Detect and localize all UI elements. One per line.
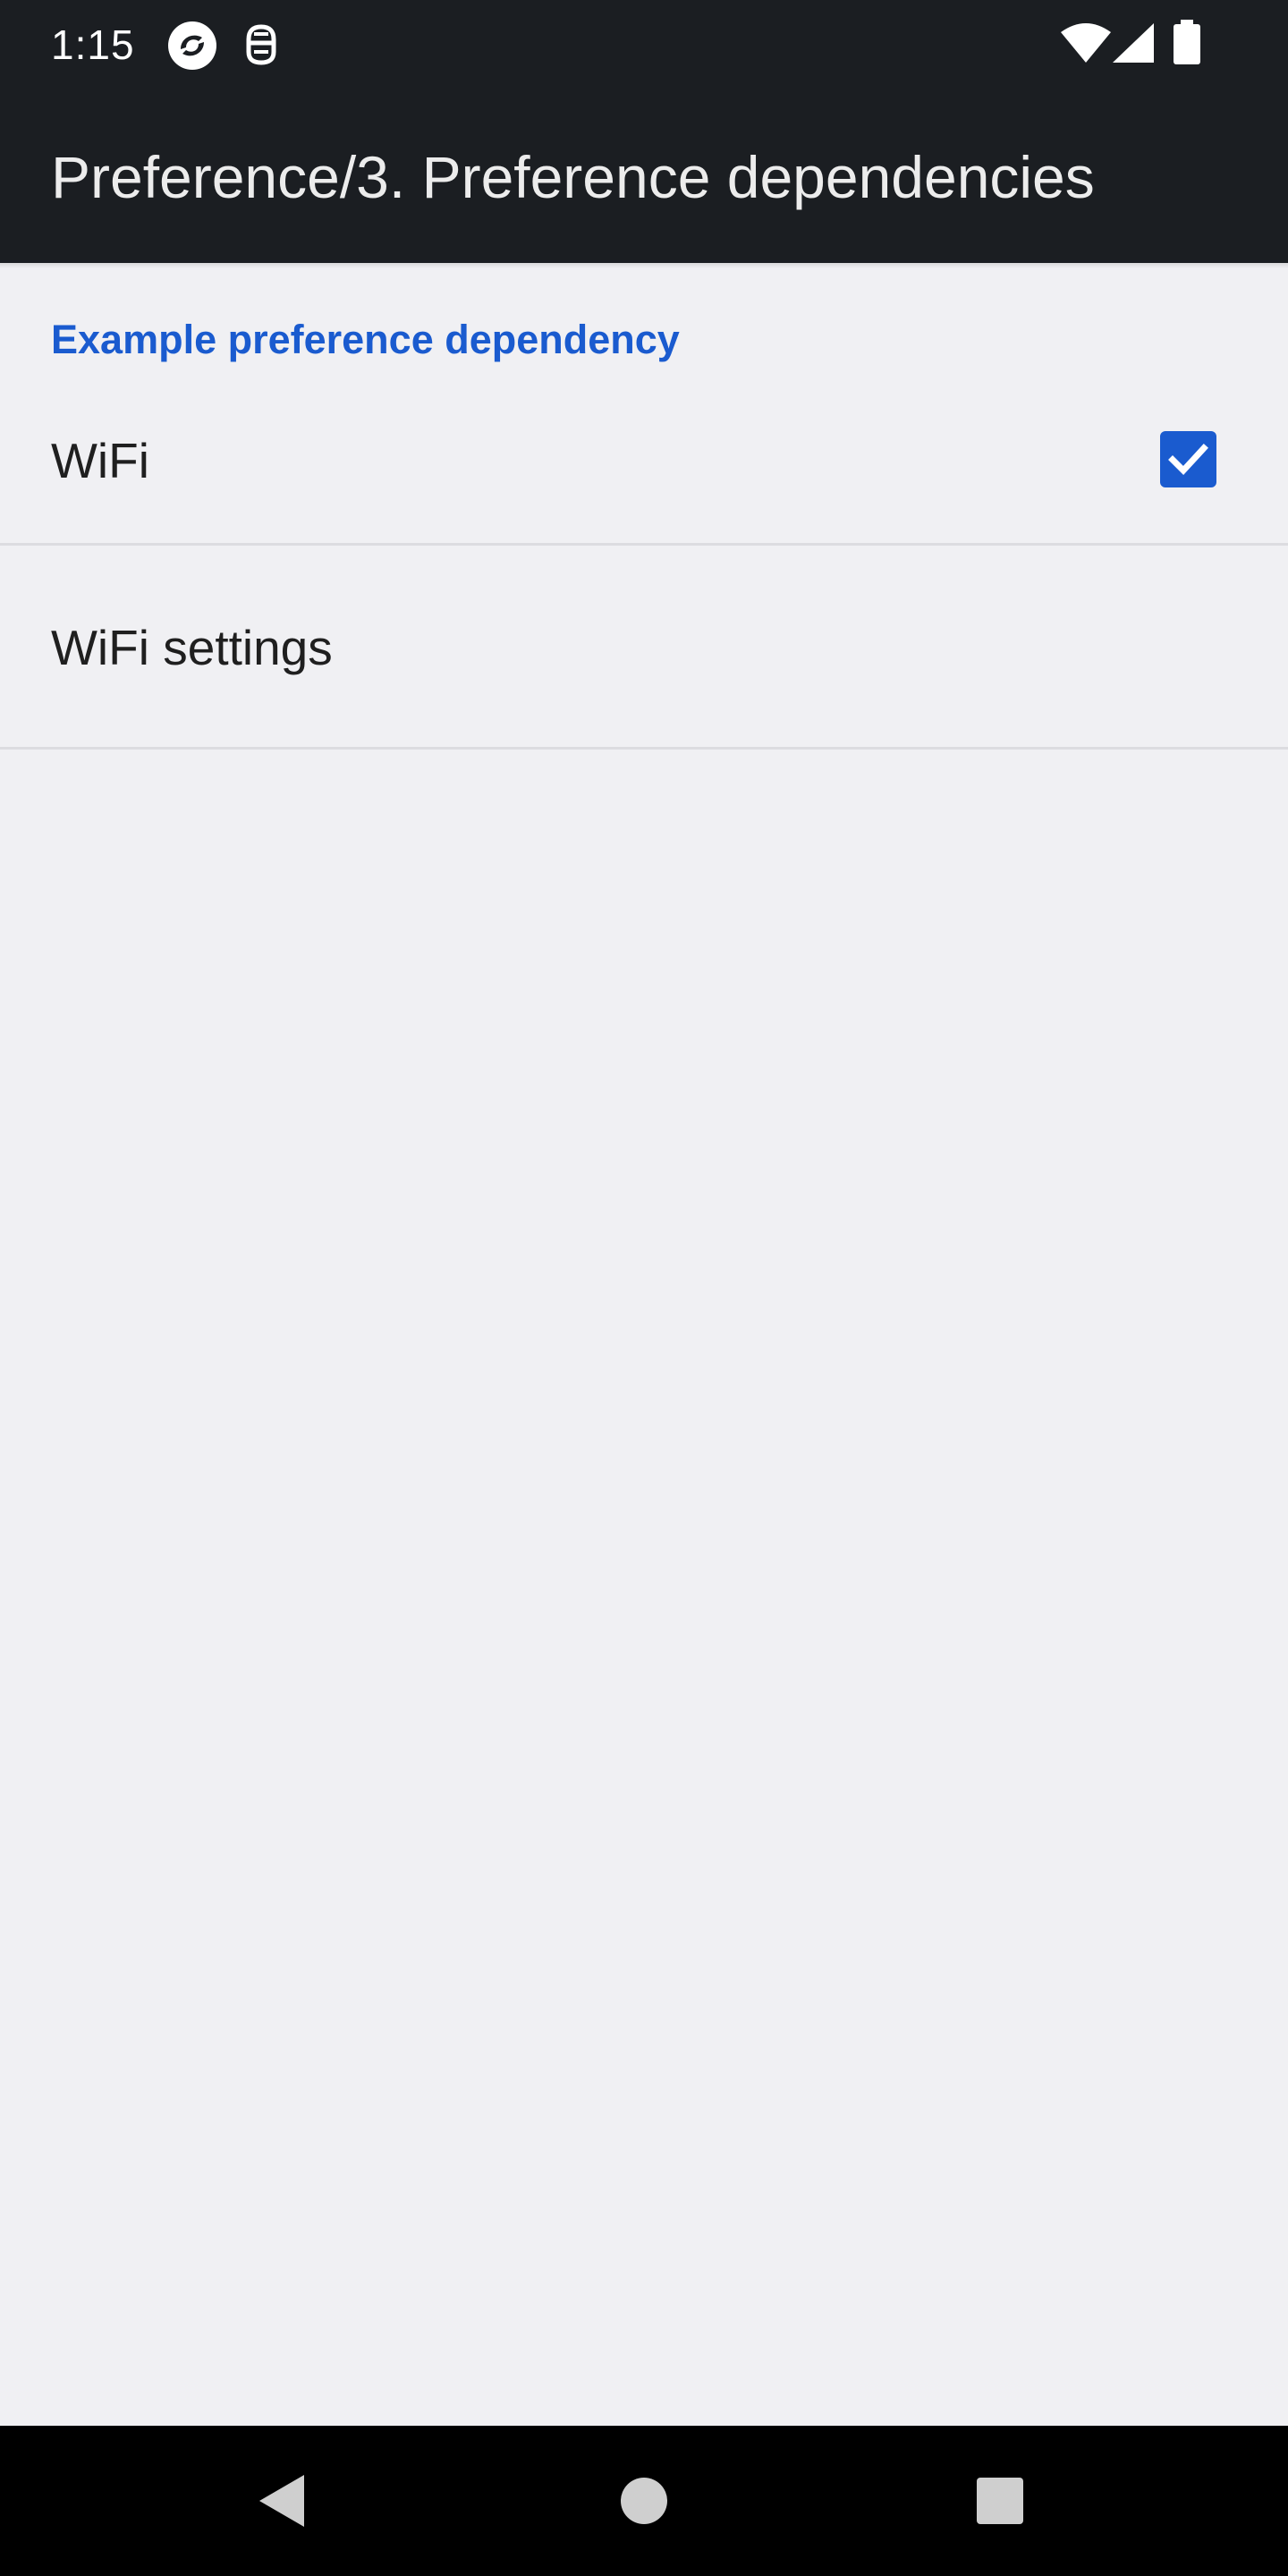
wifi-checkbox[interactable] <box>1160 431 1216 487</box>
cellular-signal-icon <box>1113 23 1154 67</box>
divider <box>0 747 1288 750</box>
notification-app-icon <box>240 21 283 72</box>
checkmark-icon <box>1168 444 1208 476</box>
home-icon[interactable] <box>621 2478 667 2529</box>
wifi-preference-label: WiFi <box>51 433 149 488</box>
back-icon[interactable] <box>259 2475 304 2531</box>
status-bar: 1:15 <box>0 0 1288 89</box>
preference-category-title: Example preference dependency <box>51 317 680 362</box>
wifi-signal-icon <box>1061 23 1111 67</box>
app-bar: Preference/3. Preference dependencies <box>0 89 1288 263</box>
wifi-settings-preference-row[interactable]: WiFi settings <box>0 547 1288 749</box>
status-time: 1:15 <box>51 21 135 68</box>
app-bar-shadow <box>0 263 1288 268</box>
wifi-preference-row[interactable]: WiFi <box>0 388 1288 545</box>
navigation-bar <box>0 2426 1288 2576</box>
page-title: Preference/3. Preference dependencies <box>51 144 1095 210</box>
wifi-settings-preference-label: WiFi settings <box>51 620 333 675</box>
recents-icon[interactable] <box>977 2478 1023 2529</box>
divider <box>0 543 1288 546</box>
battery-icon <box>1172 20 1202 69</box>
sync-app-icon <box>166 20 218 76</box>
